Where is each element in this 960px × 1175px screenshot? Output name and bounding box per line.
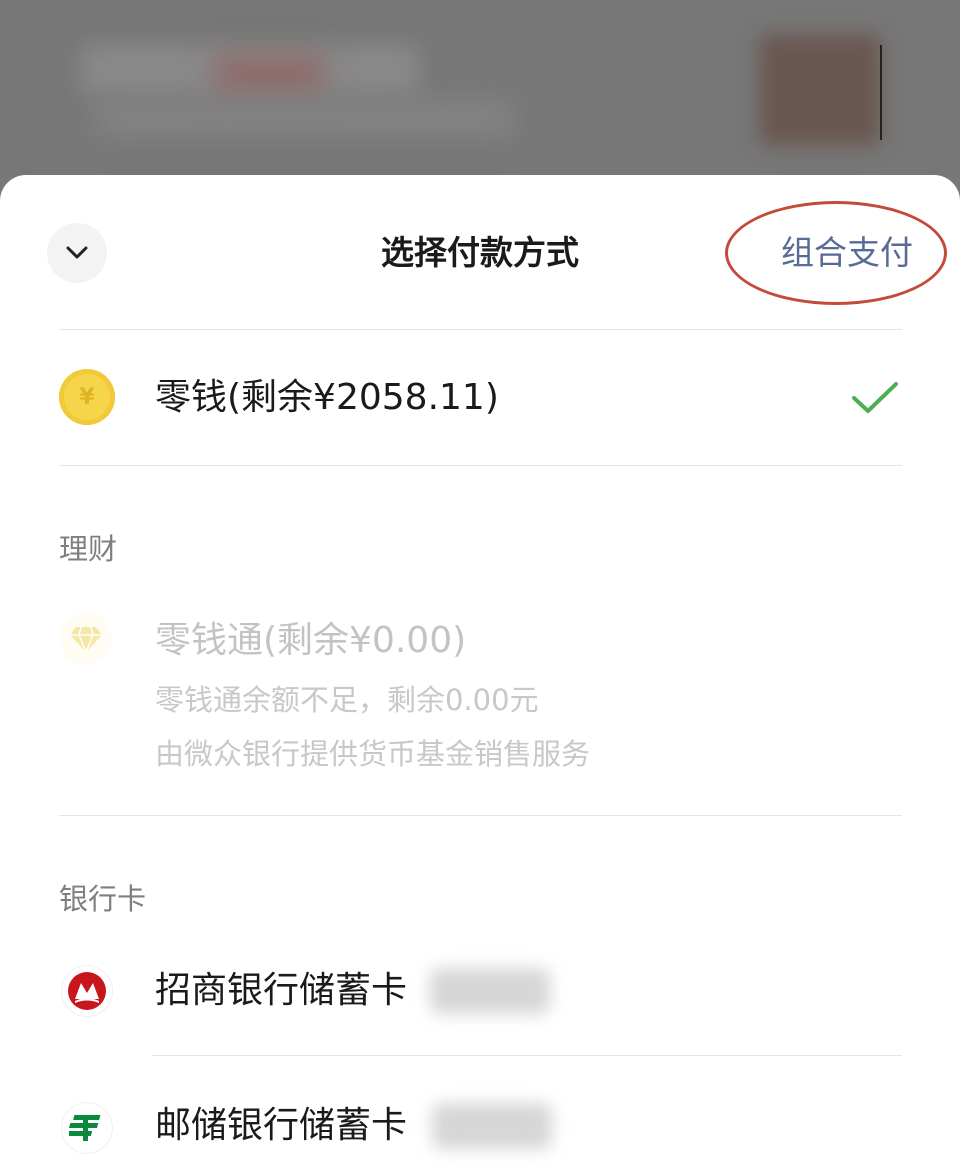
divider <box>59 465 902 466</box>
psbc-logo-icon <box>62 1103 112 1153</box>
lingqiantong-note: 零钱通余额不足，剩余0.00元 <box>155 683 539 717</box>
diamond-icon <box>60 613 112 665</box>
sheet-header: 选择付款方式 组合支付 <box>0 175 960 329</box>
background-overlay <box>0 0 960 190</box>
cmb-logo-icon <box>62 966 112 1016</box>
lingqiantong-provider: 由微众银行提供货币基金销售服务 <box>155 737 591 771</box>
lingqiantong-label: 零钱通(剩余¥0.00) <box>155 620 467 661</box>
divider <box>59 329 902 330</box>
blurred-thumbnail <box>760 35 880 145</box>
section-title-wealth: 理财 <box>59 532 118 566</box>
blurred-content-accent <box>215 55 325 95</box>
bank-card-label: 邮储银行储蓄卡 <box>155 1105 408 1146</box>
annotation-circle <box>725 201 947 305</box>
balance-label: 零钱(剩余¥2058.11) <box>155 377 499 418</box>
masked-card-number <box>432 1103 552 1149</box>
divider <box>152 1055 902 1056</box>
masked-card-number <box>430 968 550 1014</box>
blurred-subcontent <box>95 100 515 136</box>
thumbnail-edge <box>880 45 882 140</box>
checkmark-icon <box>852 382 898 413</box>
section-title-bank-cards: 银行卡 <box>59 882 147 916</box>
divider <box>59 815 902 816</box>
bank-card-label: 招商银行储蓄卡 <box>155 970 408 1011</box>
payment-method-sheet: 选择付款方式 组合支付 ¥ 零钱(剩余¥2058.11) 理财 零钱通(剩余¥0… <box>0 175 960 1175</box>
yuan-coin-icon: ¥ <box>59 369 115 425</box>
